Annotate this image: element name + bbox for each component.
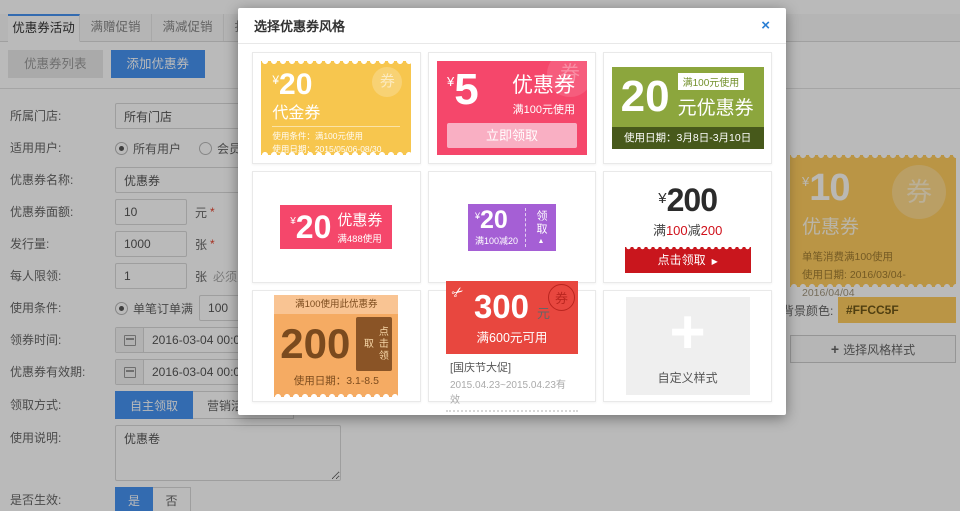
coupon-admin-screen: 优惠券活动 满赠促销 满减促销 打折促销 优惠券列表 添加优惠券 所属门店: 适… bbox=[0, 0, 960, 511]
plus-icon: + bbox=[670, 297, 706, 369]
coupon-style-option-custom[interactable]: + 自定义样式 bbox=[603, 290, 772, 402]
coupon-style-option-7[interactable]: 满100使用此优惠券 200 点击领取 使用日期：3.1-8.5 bbox=[252, 290, 421, 402]
arrow-up-icon: ▲ bbox=[538, 238, 545, 245]
currency: ¥ bbox=[272, 73, 279, 87]
use-condition: 满100元使用 bbox=[512, 101, 575, 117]
amount: 20 bbox=[480, 206, 508, 234]
amount: 20 bbox=[296, 209, 332, 245]
coupon-yellow-stamp: ¥20 代金券 使用条件：满100元使用 使用日期：2015/05/06-08/… bbox=[261, 61, 411, 155]
amount: 300 bbox=[474, 288, 529, 325]
coupon-style-option-6[interactable]: ¥200 满100减200 点击领取▶ bbox=[603, 171, 772, 283]
coupon-purple: ¥20 满100减20 领取 ▲ bbox=[468, 204, 556, 251]
claim-now-button[interactable]: 立即领取 bbox=[447, 123, 577, 148]
claim-button[interactable]: 领取 bbox=[533, 210, 549, 236]
use-date: 使用日期：3.1-8.5 bbox=[274, 372, 398, 397]
use-condition: 满100使用此优惠券 bbox=[274, 295, 398, 314]
claim-label: 点击领取 bbox=[658, 253, 706, 267]
use-condition: 满 bbox=[653, 223, 666, 238]
coupon-title: 优惠券 bbox=[337, 209, 382, 230]
arrow-right-icon: ▶ bbox=[712, 257, 718, 266]
use-condition: 100 bbox=[666, 223, 688, 238]
amount: 20 bbox=[279, 68, 312, 101]
modal-title: 选择优惠券风格 bbox=[254, 16, 345, 35]
use-date: 使用日期：2015/05/06-08/30 bbox=[272, 143, 400, 156]
custom-style-label: 自定义样式 bbox=[658, 369, 718, 395]
coupon-style-option-2[interactable]: 券 ¥5 优惠券 满100元使用 立即领取 bbox=[428, 52, 597, 164]
amount: 20 bbox=[621, 77, 670, 117]
use-date: 使用日期：3月8日-3月10日 bbox=[612, 127, 764, 149]
promo-name: [国庆节大促] bbox=[450, 359, 574, 375]
coupon-style-option-4[interactable]: ¥20 优惠券 满488使用 bbox=[252, 171, 421, 283]
modal-header: 选择优惠券风格 × bbox=[238, 8, 786, 44]
coupon-green: 20 满100元使用 元优惠券 使用日期：3月8日-3月10日 bbox=[612, 67, 764, 149]
coupon-title: 优惠券 bbox=[512, 69, 575, 99]
amount-unit: 元 bbox=[537, 306, 550, 321]
coupon-title: 元优惠券 bbox=[678, 93, 754, 120]
coupon-style-modal: 选择优惠券风格 × ¥20 代金券 使用条件：满100元使用 使用日期：2015… bbox=[238, 8, 786, 415]
coupon-pink-small: ¥20 优惠券 满488使用 bbox=[280, 205, 392, 249]
coupon-style-option-5[interactable]: ¥20 满100减20 领取 ▲ bbox=[428, 171, 597, 283]
coupon-red-ticket: ✂ 券 300元 满600元可用 [国庆节大促] 2015.04.23~2015… bbox=[446, 281, 578, 412]
use-condition: 满100减20 bbox=[475, 234, 518, 247]
coupon-style-option-8[interactable]: ✂ 券 300元 满600元可用 [国庆节大促] 2015.04.23~2015… bbox=[428, 290, 597, 402]
coupon-style-option-3[interactable]: 20 满100元使用 元优惠券 使用日期：3月8日-3月10日 bbox=[603, 52, 772, 164]
coupon-badge-icon: 券 bbox=[548, 284, 575, 311]
use-condition: 减 bbox=[688, 223, 701, 238]
use-condition: 满100元使用 bbox=[678, 73, 745, 90]
coupon-pink: 券 ¥5 优惠券 满100元使用 立即领取 bbox=[437, 61, 587, 155]
coupon-orange: 满100使用此优惠券 200 点击领取 使用日期：3.1-8.5 bbox=[274, 295, 398, 397]
coupon-style-grid: ¥20 代金券 使用条件：满100元使用 使用日期：2015/05/06-08/… bbox=[238, 44, 786, 414]
click-claim-button[interactable]: 点击领取 bbox=[356, 317, 392, 371]
use-condition: 满488使用 bbox=[337, 231, 382, 245]
use-condition: 200 bbox=[701, 223, 723, 238]
custom-style-card: + 自定义样式 bbox=[626, 297, 750, 395]
use-condition: 满600元可用 bbox=[450, 327, 574, 346]
coupon-style-option-1[interactable]: ¥20 代金券 使用条件：满100元使用 使用日期：2015/05/06-08/… bbox=[252, 52, 421, 164]
amount: 5 bbox=[454, 65, 478, 114]
coupon-title: 代金券 bbox=[272, 99, 400, 123]
coupon-white-red: ¥200 满100减200 点击领取▶ bbox=[625, 182, 751, 273]
click-claim-button[interactable]: 点击领取 ▶ bbox=[625, 247, 751, 273]
amount: 200 bbox=[667, 182, 717, 218]
amount: 200 bbox=[280, 323, 350, 365]
valid-period: 2015.04.23~2015.04.23有效 bbox=[450, 376, 574, 406]
close-icon[interactable]: × bbox=[761, 18, 770, 33]
use-condition: 使用条件：满100元使用 bbox=[272, 130, 400, 143]
currency: ¥ bbox=[658, 190, 666, 207]
